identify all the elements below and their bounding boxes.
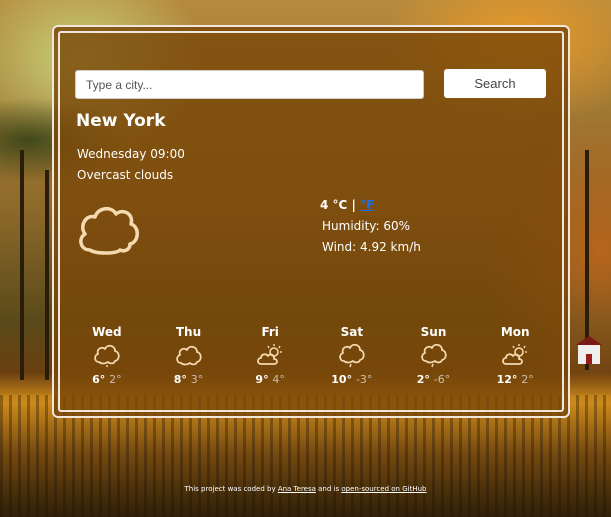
tree-trunk — [45, 170, 49, 380]
wind: Wind: 4.92 km/h — [322, 240, 421, 254]
forecast-temps: 12° 2° — [474, 373, 556, 386]
humidity: Humidity: 60% — [322, 219, 411, 233]
cloud-icon — [66, 343, 148, 369]
forecast-day: Sun 2° -6° — [393, 325, 475, 395]
cloud-rain-icon — [393, 343, 475, 369]
temp-max: 12° — [496, 373, 518, 386]
temp-min: -3° — [355, 373, 373, 386]
cloud-icon — [148, 343, 230, 369]
temp-min: 3° — [190, 373, 204, 386]
unit-fahrenheit-link[interactable]: °F — [360, 198, 374, 212]
forecast-day-name: Sat — [340, 325, 364, 339]
temp-min: -6° — [433, 373, 451, 386]
cloud-rain-icon — [311, 343, 393, 369]
temp-max: 6° — [92, 373, 106, 386]
current-datetime: Wednesday 09:00 — [77, 147, 185, 161]
forecast-day-name: Mon — [500, 325, 530, 339]
forecast-temps: 10° -3° — [311, 373, 393, 386]
forecast-temps: 9° 4° — [229, 373, 311, 386]
temp-max: 8° — [173, 373, 187, 386]
city-name: New York — [76, 111, 166, 131]
temperature-display: 4 °C | °F — [320, 198, 374, 212]
weather-description: Overcast clouds — [77, 168, 174, 182]
temp-min: 2° — [109, 373, 122, 386]
house — [576, 336, 602, 364]
tree-trunk — [20, 150, 24, 380]
forecast-day: Mon 12° 2° — [474, 325, 556, 395]
github-link[interactable]: open-sourced on GitHub — [341, 485, 426, 493]
search-button[interactable]: Search — [444, 69, 546, 98]
forecast-day-name: Wed — [92, 325, 122, 339]
temp-max: 2° — [416, 373, 430, 386]
temperature-value: 4 — [320, 198, 329, 212]
forecast-day-name: Sun — [420, 325, 447, 339]
forecast-day: Wed 6° 2° — [66, 325, 148, 395]
city-search-input[interactable] — [75, 70, 424, 99]
temp-min: 4° — [272, 373, 285, 386]
sun-cloud-icon — [474, 343, 556, 369]
forecast-day: Thu 8° 3° — [148, 325, 230, 395]
temp-min: 2° — [521, 373, 534, 386]
forecast-day-name: Fri — [261, 325, 279, 339]
footer-text: and is — [315, 485, 342, 493]
temp-max: 10° — [331, 373, 353, 386]
forecast-day-name: Thu — [175, 325, 202, 339]
unit-separator: | — [351, 198, 356, 212]
forecast-row: Wed 6° 2° Thu 8° 3° Fri 9° 4° Sat 10° -3… — [66, 325, 556, 395]
forecast-day: Fri 9° 4° — [229, 325, 311, 395]
forecast-temps: 2° -6° — [393, 373, 475, 386]
forecast-temps: 6° 2° — [66, 373, 148, 386]
forecast-temps: 8° 3° — [148, 373, 230, 386]
temp-max: 9° — [255, 373, 269, 386]
forecast-day: Sat 10° -3° — [311, 325, 393, 395]
author-link[interactable]: Ana Teresa — [278, 485, 316, 493]
sun-cloud-icon — [229, 343, 311, 369]
unit-celsius[interactable]: °C — [333, 198, 348, 212]
footer-credit: This project was coded by Ana Teresa and… — [0, 485, 611, 493]
cloud-icon — [76, 202, 142, 262]
footer-text: This project was coded by — [184, 485, 278, 493]
